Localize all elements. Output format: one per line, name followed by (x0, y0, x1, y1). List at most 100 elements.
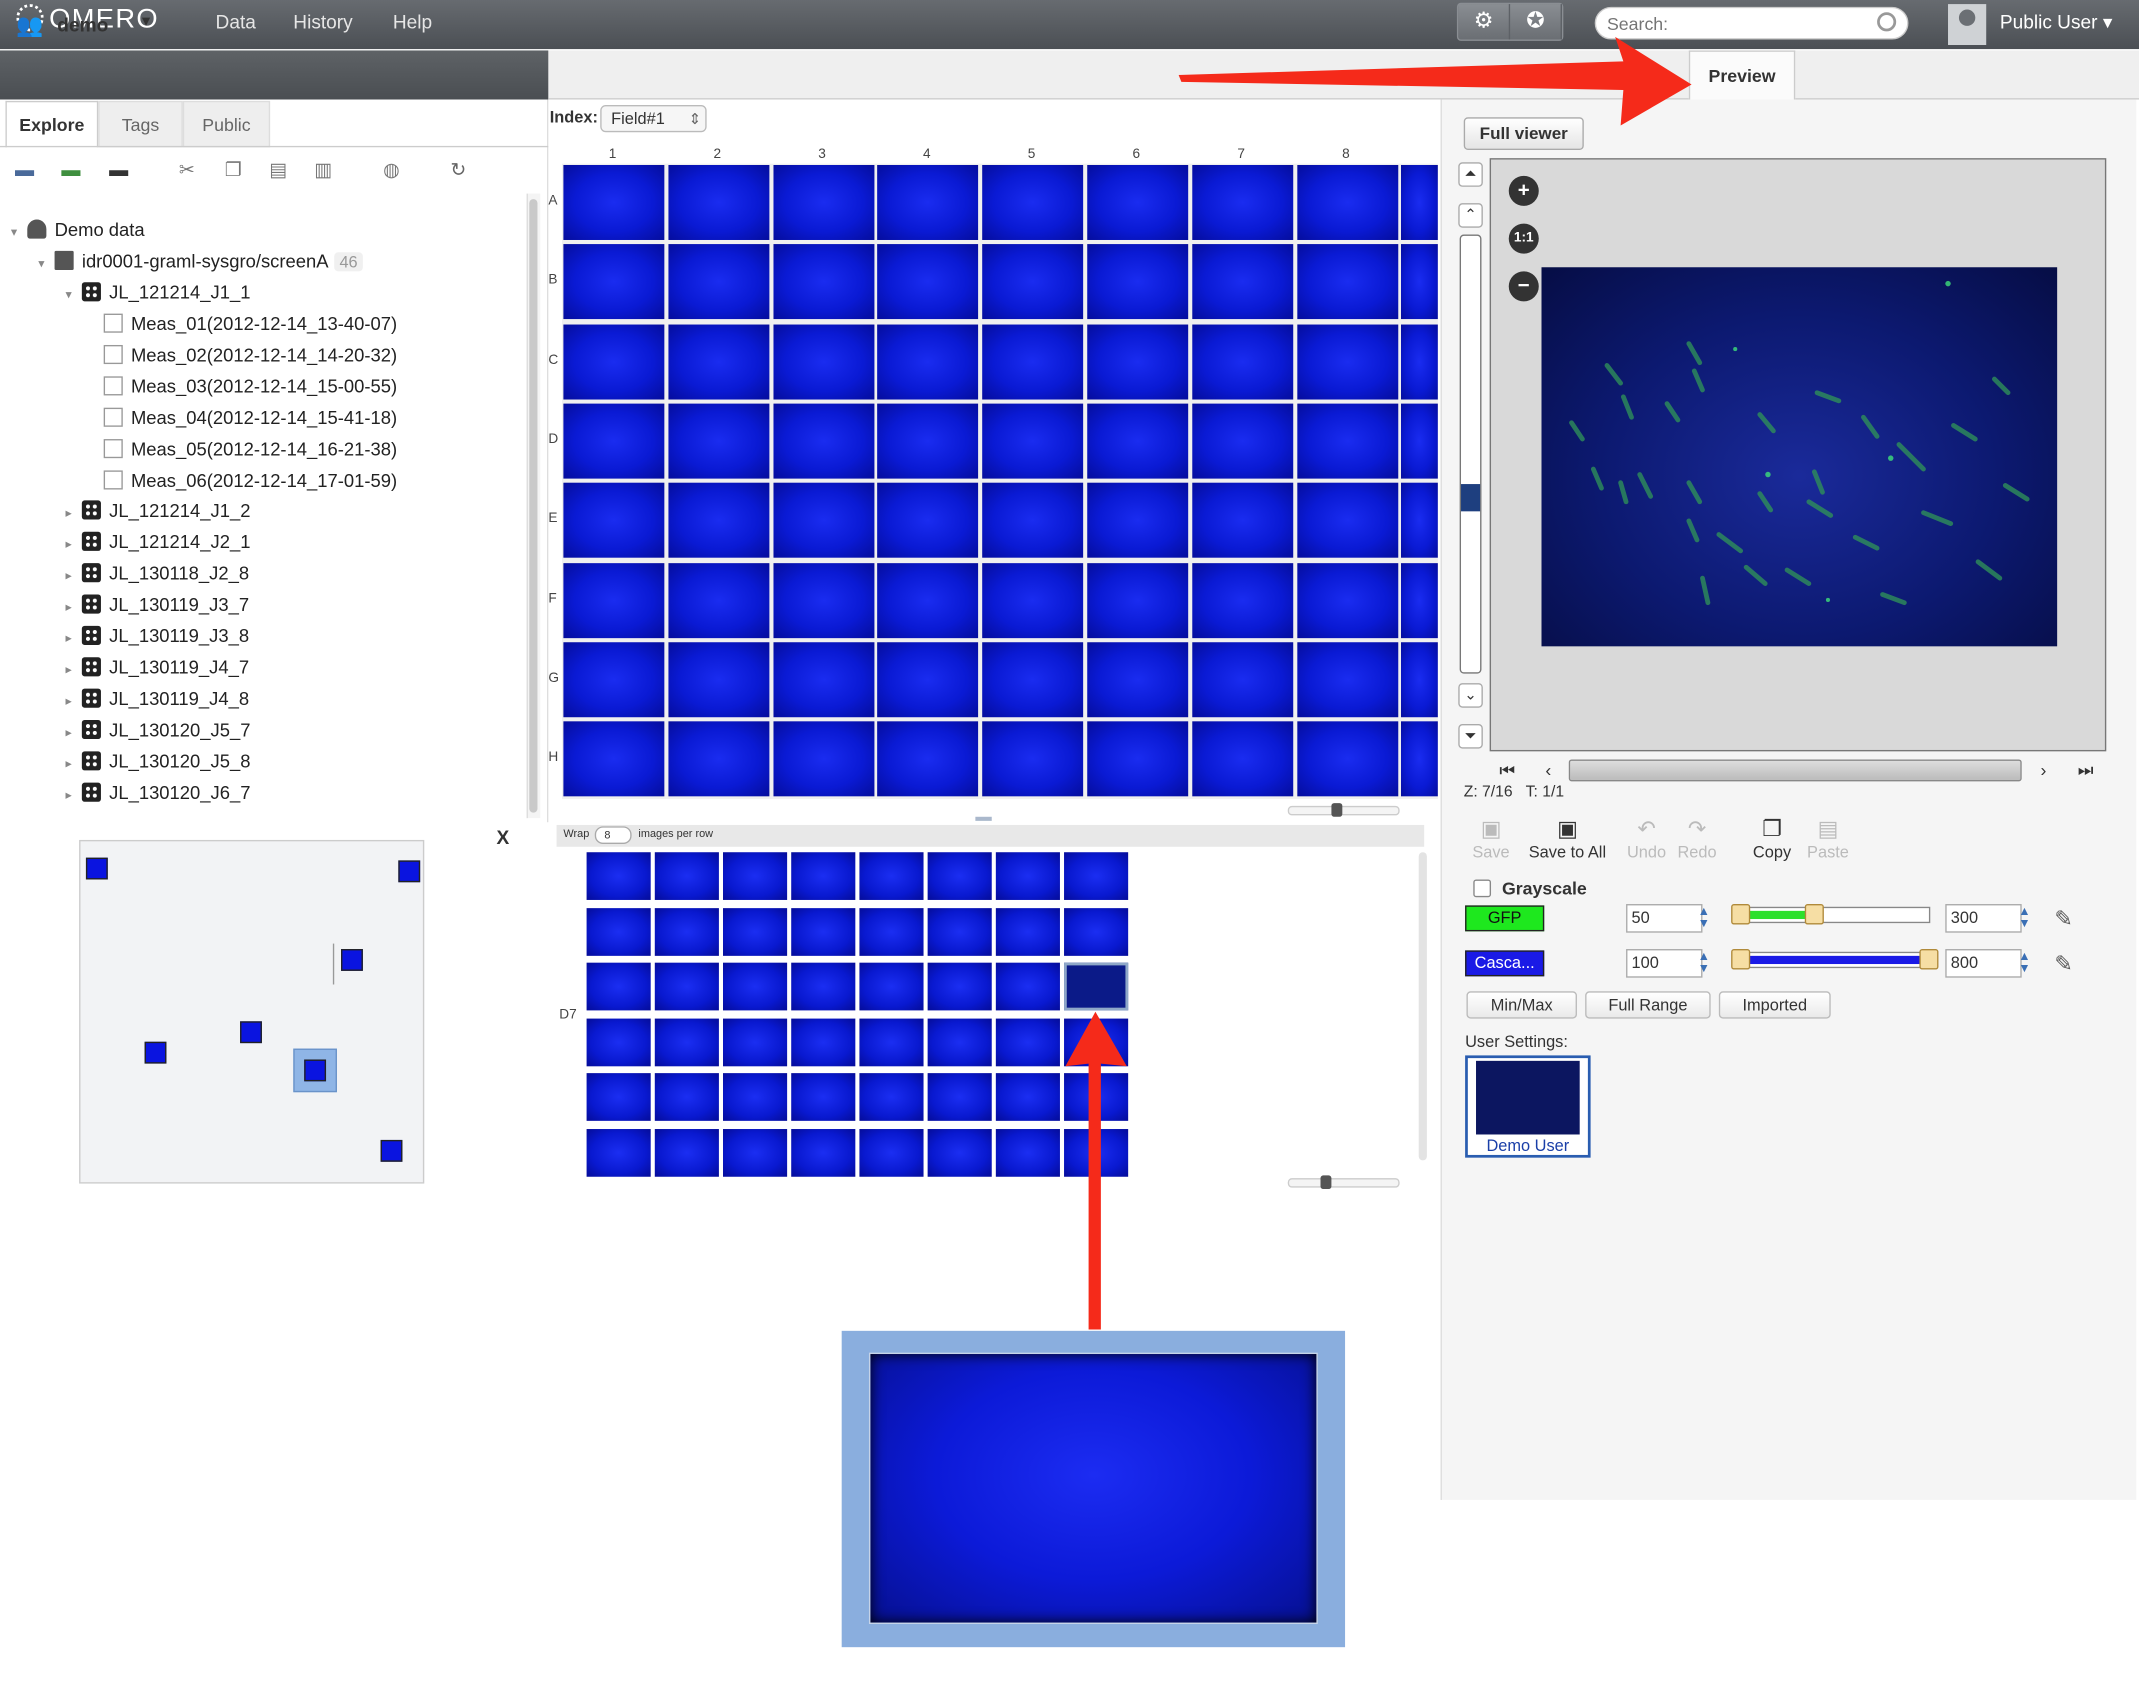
plate-well[interactable] (1087, 323, 1189, 399)
scripts-icon[interactable]: ✪ (1510, 4, 1562, 40)
plate-well[interactable] (772, 323, 874, 399)
tree-plate[interactable]: ▸ JL_130119_J4_7 (65, 657, 249, 678)
field-marker-selected[interactable] (293, 1048, 337, 1093)
redo-button[interactable]: ↷ Redo (1660, 815, 1734, 862)
plate-zoom-slider[interactable] (1287, 805, 1400, 816)
paste-icon[interactable]: ▤ (266, 158, 291, 180)
well-image[interactable] (791, 962, 856, 1011)
plate-well[interactable] (1296, 562, 1398, 638)
well-image[interactable] (859, 1073, 924, 1121)
t-first-icon[interactable]: ⏮ (1495, 760, 1520, 785)
well-image[interactable] (927, 1017, 992, 1066)
t-last-icon[interactable]: ⏭ (2074, 760, 2099, 785)
tree-acquisition[interactable]: Meas_06(2012-12-14_17-01-59) (87, 470, 397, 491)
well-image[interactable] (927, 1073, 992, 1121)
well-image[interactable] (791, 852, 856, 900)
tree-plate[interactable]: ▸ JL_121214_J1_2 (65, 500, 250, 521)
plate-well[interactable] (1401, 562, 1439, 638)
plate-well[interactable] (668, 641, 770, 717)
well-image[interactable] (1064, 852, 1129, 900)
plate-well[interactable] (563, 403, 665, 479)
search-icon[interactable] (1877, 12, 1897, 32)
tree-acquisition[interactable]: Meas_04(2012-12-14_15-41-18) (87, 407, 397, 428)
plate-well[interactable] (772, 482, 874, 558)
user-settings-image[interactable] (1476, 1060, 1580, 1135)
plate-well[interactable] (563, 323, 665, 399)
tab-explore[interactable]: Explore (5, 100, 99, 148)
plate-well[interactable] (563, 482, 665, 558)
imported-button[interactable]: Imported (1718, 991, 1831, 1019)
user-settings-name[interactable]: Demo User (1468, 1136, 1588, 1155)
well-image[interactable] (723, 1073, 788, 1121)
well-image[interactable] (654, 907, 719, 956)
z-slider-handle[interactable] (1461, 484, 1481, 512)
spinner-icon[interactable]: ▲ ▼ (1696, 905, 1712, 931)
plate-well[interactable] (1191, 482, 1293, 558)
tree-plate[interactable]: ▸ JL_130119_J3_8 (65, 625, 249, 646)
field-index-select[interactable]: Field#1 (600, 104, 707, 133)
plate-well[interactable] (1191, 562, 1293, 638)
plate-well[interactable] (982, 721, 1084, 797)
plate-well[interactable] (1401, 403, 1439, 479)
plate-well[interactable] (563, 721, 665, 797)
plate-well[interactable] (563, 164, 665, 240)
tab-preview[interactable]: Preview (1688, 50, 1796, 100)
well-image[interactable] (927, 852, 992, 900)
tab-public[interactable]: Public (182, 100, 271, 148)
tree-plate[interactable]: ▸ JL_121214_J2_1 (65, 531, 250, 552)
range-min-handle[interactable] (1731, 949, 1751, 970)
t-next-icon[interactable]: › (2031, 760, 2056, 785)
spinner-icon[interactable]: ▲ ▼ (2016, 950, 2032, 976)
close-icon[interactable]: X (497, 826, 510, 848)
plate-well[interactable] (1401, 482, 1439, 558)
plate-zoom-handle[interactable] (1331, 803, 1343, 817)
search-input[interactable] (1594, 6, 1909, 40)
t-prev-icon[interactable]: ‹ (1536, 760, 1561, 785)
t-slider[interactable] (1568, 759, 2022, 782)
grayscale-checkbox[interactable] (1473, 879, 1492, 898)
well-images-scrollbar[interactable] (1418, 852, 1427, 1161)
paste-button[interactable]: ▤ Paste (1791, 815, 1865, 862)
field-marker[interactable] (380, 1139, 403, 1162)
plate-well[interactable] (772, 562, 874, 638)
plate-well[interactable] (668, 164, 770, 240)
group-name[interactable]: demo (57, 14, 108, 36)
tree-acquisition[interactable]: Meas_02(2012-12-14_14-20-32) (87, 344, 397, 365)
tree-acquisition[interactable]: Meas_03(2012-12-14_15-00-55) (87, 376, 397, 397)
plate-well[interactable] (877, 164, 979, 240)
tree-plate[interactable]: ▾ JL_121214_J1_1 (65, 282, 250, 303)
save-to-all-button[interactable]: ▣ Save to All (1521, 815, 1614, 862)
z-down-icon[interactable]: ⌄ (1458, 683, 1483, 708)
well-image[interactable] (654, 1017, 719, 1066)
tree-screen[interactable]: ▾ idr0001-graml-sysgro/screenA 46 (38, 250, 364, 272)
nav-history[interactable]: History (293, 11, 352, 33)
well-image[interactable] (586, 1128, 651, 1177)
well-image[interactable] (654, 962, 719, 1011)
z-first-icon[interactable]: ⏶ (1458, 162, 1483, 187)
full-range-button[interactable]: Full Range (1585, 991, 1711, 1019)
plate-well[interactable] (1087, 721, 1189, 797)
plate-well[interactable] (1401, 244, 1439, 320)
plate-well[interactable] (1191, 323, 1293, 399)
plate-well[interactable] (1296, 403, 1398, 479)
spinner-icon[interactable]: ▲ ▼ (2016, 905, 2032, 931)
well-image[interactable] (586, 907, 651, 956)
well-image[interactable] (995, 1073, 1060, 1121)
plate-well[interactable] (772, 164, 874, 240)
well-image[interactable] (859, 907, 924, 956)
well-image[interactable] (1064, 907, 1129, 956)
well-image[interactable] (723, 1128, 788, 1177)
plate-well[interactable] (1296, 323, 1398, 399)
well-image[interactable] (723, 1017, 788, 1066)
zoom-out-icon[interactable]: − (1508, 271, 1539, 302)
well-image[interactable] (791, 907, 856, 956)
plate-well[interactable] (877, 562, 979, 638)
plate-well[interactable] (1087, 403, 1189, 479)
z-last-icon[interactable]: ⏷ (1458, 724, 1483, 749)
plate-well[interactable] (1401, 721, 1439, 797)
well-image[interactable] (586, 962, 651, 1011)
well-image[interactable] (791, 1128, 856, 1177)
plate-well[interactable] (668, 323, 770, 399)
plate-well[interactable] (772, 403, 874, 479)
well-image[interactable] (859, 962, 924, 1011)
